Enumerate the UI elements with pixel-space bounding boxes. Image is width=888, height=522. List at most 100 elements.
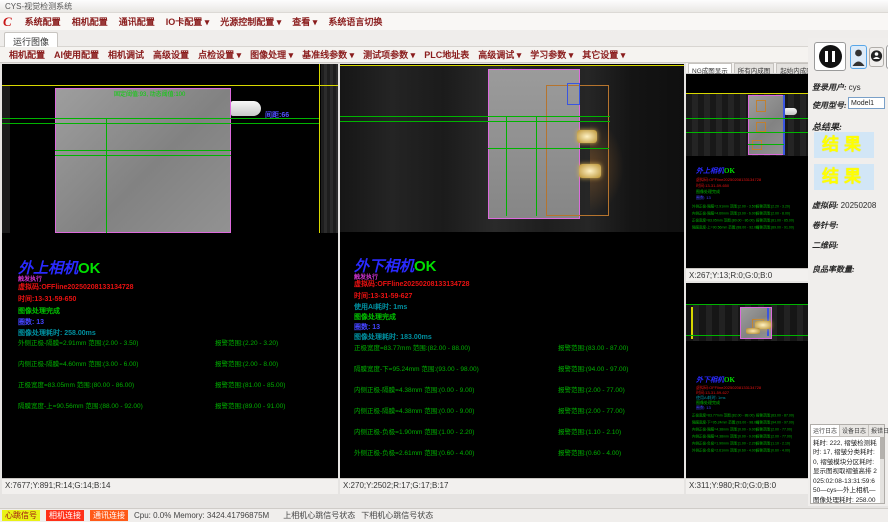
- mini-turns: 圈数: 13: [696, 405, 711, 411]
- menu-language-switch[interactable]: 系统语言切换: [328, 15, 382, 28]
- toolbar-plc-address[interactable]: PLC地址表: [424, 48, 469, 61]
- mini-turns: 圈数: 13: [696, 195, 711, 201]
- measure-line: [340, 116, 610, 117]
- model-input[interactable]: Model1: [848, 97, 885, 109]
- log-tab-error[interactable]: 报错日志: [869, 425, 888, 436]
- toolbar-advanced-debug[interactable]: 高级调试 ▾: [478, 48, 521, 61]
- toolbar-advanced-settings[interactable]: 高级设置: [153, 48, 189, 61]
- log-scrollbar[interactable]: [880, 435, 884, 503]
- cpu-memory-text: Cpu: 0.0% Memory: 3424.41796875M: [134, 511, 269, 520]
- bright-feature: [579, 164, 601, 178]
- mini-ai-box: [752, 140, 762, 150]
- alarm-range: 报警范围:(94.00 - 97.00): [558, 363, 628, 373]
- center-done-text: 图像处理完成: [354, 312, 396, 322]
- mini-measurement: 隔膜宽度-下=95.24mm 范围:(93.00 - 98.00): [692, 420, 759, 425]
- measure-line: [55, 150, 231, 151]
- menu-bar: C 系统配置 相机配置 通讯配置 IO卡配置 ▾ 光源控制配置 ▾ 查看 ▾ 系…: [0, 13, 888, 30]
- mini-alarm: 报警范围:(2.00 - 77.00): [756, 427, 792, 432]
- mini-measurement: 内侧正极-隔膜=4.60mm 范围:(3.00 - 6.00): [692, 211, 757, 216]
- toolbar-camera-config[interactable]: 相机配置: [9, 48, 45, 61]
- menu-comm-config[interactable]: 通讯配置: [119, 15, 155, 28]
- mini-time: 时间:13-31-59-650: [696, 183, 729, 189]
- menu-system-config[interactable]: 系统配置: [25, 15, 61, 28]
- toolbar-baseline-params[interactable]: 基准线参数 ▾: [302, 48, 354, 61]
- mini-blue-line: [783, 95, 785, 155]
- mini-alarm: 报警范围:(2.00 - 77.00): [756, 434, 792, 439]
- upper-camera-heartbeat-text: 上相机心跳信号状态: [283, 510, 355, 521]
- alarm-range: 报警范围:(2.20 - 3.20): [215, 337, 278, 347]
- measure-line: [686, 118, 810, 119]
- measurement-value: 内侧正极-隔膜=4.60mm 范围:(3.00 - 6.00): [18, 358, 138, 368]
- left-time-text: 时间:13-31-59-650: [18, 294, 76, 304]
- toolbar-image-processing[interactable]: 图像处理 ▾: [250, 48, 293, 61]
- menu-io-config[interactable]: IO卡配置 ▾: [166, 15, 210, 28]
- measure-line: [748, 144, 784, 145]
- center-ai-elapsed-text: 使用AI耗时: 1ms: [354, 302, 407, 312]
- good-rate-count-label: 良品率数量:: [812, 264, 855, 275]
- log-tab-device[interactable]: 设备日志: [840, 425, 869, 436]
- mini-bottom-viewport[interactable]: 外下相机OK 虚拟码:OFFline20250208133134728 时间:1…: [686, 283, 810, 478]
- mini-tab-strip: NG成图显示 所有内成图 起始内成图: [686, 63, 810, 74]
- mini-measurement: 外侧正极-负极=2.61mm 范围:(0.60 - 4.00): [692, 448, 757, 453]
- model-label: 使用型号:: [812, 100, 847, 111]
- pause-button[interactable]: [814, 42, 846, 71]
- result-bottom-box: 结果: [814, 164, 874, 190]
- center-ok-badge: OK: [414, 258, 437, 275]
- qr-code-label: 二维码:: [812, 240, 839, 251]
- log-text: 耗时: 222, 褶皱检测耗时: 17, 褶皱分类耗时: 0, 褶皱模块分区耗时…: [811, 437, 884, 506]
- clip-object: [231, 101, 261, 116]
- mini-ai-box: [756, 122, 766, 132]
- alarm-range: 报警范围:(0.60 - 4.00): [558, 447, 621, 457]
- mini-top-viewport[interactable]: 外上相机OK 虚拟码:OFFline20250208133134728 时间:1…: [686, 74, 810, 268]
- threshold-overlay-label: 固定阈值:93, 动态阈值:100: [114, 89, 185, 98]
- baseline-yellow-vline: [319, 64, 320, 233]
- left-barcode-text: 虚拟码:OFFline20250208133134728: [18, 282, 134, 292]
- alarm-range: 报警范围:(83.00 - 87.00): [558, 342, 628, 352]
- mini-measurement: 内侧正极-隔膜=4.38mm 范围:(0.00 - 9.00): [692, 434, 757, 439]
- mini-tab-ng-image[interactable]: NG成图显示: [688, 63, 732, 73]
- left-done-text: 图像处理完成: [18, 306, 60, 316]
- toolbar-learning-params[interactable]: 学习参数 ▾: [530, 48, 573, 61]
- left-camera-viewport[interactable]: 固定阈值:93, 动态阈值:100 间距:66 外上相机OK 触发执行 虚拟码:…: [2, 64, 338, 478]
- menu-light-config[interactable]: 光源控制配置 ▾: [220, 15, 281, 28]
- measure-vline: [506, 116, 507, 216]
- baseline-yellow-line: [340, 65, 684, 66]
- log-tab-run[interactable]: 运行日志: [811, 425, 840, 436]
- center-elapsed-text: 图像处理耗时: 183.00ms: [354, 332, 432, 342]
- pause-icon: [819, 45, 842, 68]
- alarm-range: 报警范围:(81.00 - 85.00): [215, 379, 285, 389]
- measure-line: [2, 123, 319, 124]
- mini-measurement: 隔膜宽度-上=90.56mm 范围:(88.00 - 92.00): [692, 225, 759, 230]
- left-camera-image: [55, 88, 231, 233]
- menu-view[interactable]: 查看 ▾: [292, 15, 317, 28]
- control-panel: 登录用户: cys 使用型号: Model1 总结果: 结果 结果 虚拟码: 2…: [808, 38, 888, 506]
- measurement-value: 隔膜宽度-上=90.56mm 范围:(88.00 - 92.00): [18, 400, 143, 410]
- toolbar-other-settings[interactable]: 其它设置 ▾: [582, 48, 625, 61]
- toolbar-camera-debug[interactable]: 相机调试: [108, 48, 144, 61]
- toolbar-spot-check[interactable]: 点检设置 ▾: [198, 48, 241, 61]
- measure-vline: [106, 118, 107, 233]
- app-logo-icon: C: [3, 14, 12, 30]
- camera-connect-badge: 相机连接: [46, 510, 84, 521]
- user-button-selected[interactable]: [850, 45, 867, 69]
- virtual-code-label: 虚拟码: 20250208: [812, 200, 876, 211]
- mini-alarm: 报警范围:(81.00 - 85.00): [756, 218, 794, 223]
- menu-camera-config[interactable]: 相机配置: [72, 15, 108, 28]
- measurement-value: 正极宽度=83.77mm 范围:(82.00 - 88.00): [354, 342, 470, 352]
- measurement-value: 隔膜宽度-下=95.24mm 范围:(93.00 - 98.00): [354, 363, 479, 373]
- log-box: 运行日志 设备日志 报错日志 耗时: 222, 褶皱检测耗时: 17, 褶皱分类…: [810, 424, 885, 504]
- mini-alarm: 报警范围:(89.00 - 91.00): [756, 225, 794, 230]
- measurement-value: 正极宽度=83.05mm 范围:(80.00 - 86.00): [18, 379, 134, 389]
- user-button-dark[interactable]: [869, 47, 884, 67]
- toolbar-test-params[interactable]: 测试项参数 ▾: [363, 48, 415, 61]
- log-tab-strip: 运行日志 设备日志 报错日志: [811, 425, 884, 437]
- measurement-value: 外侧正极-负极=2.61mm 范围:(0.60 - 4.00): [354, 447, 474, 457]
- center-camera-viewport[interactable]: AI检测框 外下相机OK 触发执行 虚拟码:OFFline20250208133…: [340, 64, 684, 478]
- toolbar-ai-usage-config[interactable]: AI使用配置: [54, 48, 99, 61]
- mini-tab-all-images[interactable]: 所有内成图: [734, 63, 775, 73]
- alarm-range: 报警范围:(2.00 - 77.00): [558, 384, 625, 394]
- center-barcode-text: 虚拟码:OFFline20250208133134728: [354, 279, 470, 289]
- left-ok-badge: OK: [78, 260, 101, 277]
- mini-measurement: 正极宽度=83.77mm 范围:(82.00 - 88.00): [692, 413, 755, 418]
- toolbar: 相机配置 AI使用配置 相机调试 高级设置 点检设置 ▾ 图像处理 ▾ 基准线参…: [0, 47, 810, 63]
